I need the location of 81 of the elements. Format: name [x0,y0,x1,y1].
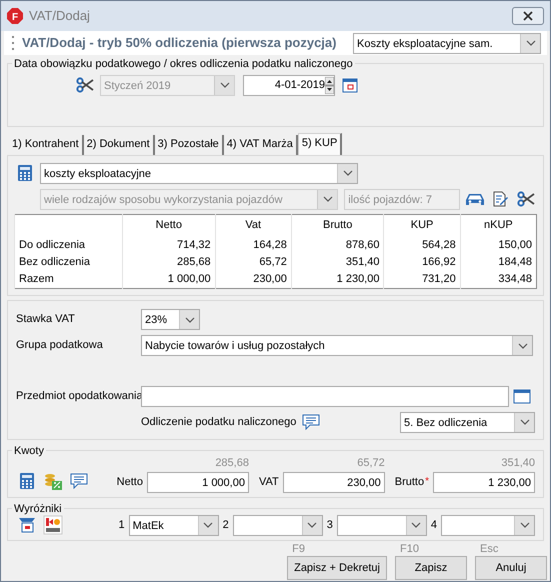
row-header: Bez odliczenia [14,254,122,271]
window-title: VAT/Dodaj [29,7,90,26]
vat-rate-dropdown[interactable]: 23% [141,309,200,330]
caret-icon [307,522,318,528]
column-header: nKUP [460,214,536,237]
column-header: KUP [384,214,460,237]
column-header: Brutto [291,214,384,237]
table-cell: 285,68 [122,254,216,271]
field-label: Netto [116,475,143,490]
group-label: Data obowiązku podatkowego / okres odliczenia podatku naliczonego [12,57,355,71]
app-icon: F [7,8,23,24]
vehicle-count-field: ilość pojazdów: 7 [344,188,460,210]
table-cell: 351,40 [291,254,384,271]
date-field[interactable]: 4-01-2019 [243,74,335,96]
tax-group-dropdown[interactable]: Nabycie towarów i usług pozostałych [141,335,533,356]
action-button[interactable]: Zapisz + Dekretuj [287,556,387,580]
table-cell: 878,60 [291,237,384,254]
hint-text: 285,68 [214,456,249,470]
slot-number: 4 [430,518,437,533]
table-cell: 1 000,00 [122,271,216,288]
marker-dropdown[interactable] [336,514,427,536]
subject-field[interactable] [141,386,509,406]
slot-number: 2 [222,518,229,533]
row-header: Do odliczenia [14,237,122,254]
table-cell: 164,28 [215,237,292,254]
group-label: Kwoty [12,444,46,458]
table-cell: 184,48 [460,254,536,271]
table-cell: 714,32 [122,237,216,254]
spinner-icon [325,76,334,94]
marker-dropdown[interactable] [441,514,535,536]
hint-text: 65,72 [356,456,385,470]
slot-number: 1 [118,518,125,533]
marker-dropdown[interactable]: MatEk [128,514,219,536]
shortcut-label: Esc [479,542,500,556]
amount-field[interactable]: 1 000,00 [146,472,249,493]
caret-icon [411,522,422,528]
caret-icon [322,196,333,202]
table-cell: 65,72 [215,254,292,271]
table-cell: 166,92 [384,254,460,271]
row-header: Razem [14,271,122,288]
hint-text: 351,40 [500,456,535,470]
marker-dropdown[interactable] [232,514,323,536]
caret-icon [184,316,194,322]
shortcut-label: F10 [399,542,420,556]
amount-field[interactable]: 1 230,00 [433,472,535,493]
vat-marker-icon [42,514,64,536]
tab[interactable]: 5) KUP [298,133,342,155]
field-label: Przedmiot opodatkowania [16,388,141,404]
table-cell: 731,20 [384,271,460,288]
cost-type-dropdown[interactable]: koszty eksploatacyjne [40,162,358,184]
caret-icon [342,170,352,176]
table-cell: 1 230,00 [291,271,384,288]
required-mark: * [425,475,429,489]
close-icon [523,11,533,21]
column-header: Netto [122,214,216,237]
caret-icon [220,82,230,88]
deduction-dropdown[interactable]: 5. Bez odliczenia [400,412,535,432]
shortcut-label: F9 [291,542,306,556]
caret-icon [526,40,536,46]
table-cell: 334,48 [460,271,536,288]
field-label: Stawka VAT [16,312,76,328]
amount-field[interactable]: 230,00 [282,472,385,493]
field-label: Brutto [394,475,424,490]
close-button[interactable] [512,7,544,25]
caret-icon [520,419,530,425]
group-label: Wyróżniki [12,502,64,516]
field-label: VAT [258,475,279,490]
action-button[interactable]: Anuluj [475,556,547,580]
caret-icon [518,342,528,348]
caret-icon [203,522,214,528]
table-cell: 150,00 [460,237,536,254]
action-button[interactable]: Zapisz [395,556,467,580]
caret-icon [520,522,530,528]
category-dropdown[interactable]: Koszty eksploatacyjne sam. [353,32,541,54]
dialog-heading: VAT/Dodaj - tryb 50% odliczenia (pierwsza pozycja) [22,34,336,52]
slot-number: 3 [326,518,333,533]
table-cell: 564,28 [384,237,460,254]
field-label: Grupa podatkowa [16,338,104,354]
column-header: Vat [215,214,292,237]
table-cell: 230,00 [215,271,292,288]
field-label: Odliczenie podatku naliczonego [141,414,296,430]
